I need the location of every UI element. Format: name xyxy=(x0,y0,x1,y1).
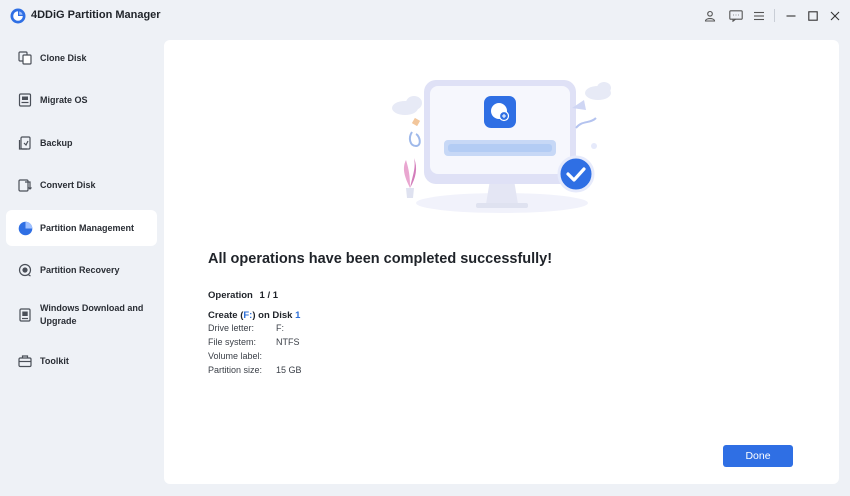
sidebar-item-toolkit[interactable]: Toolkit xyxy=(6,343,157,379)
create-middle: ) on Disk xyxy=(252,310,296,321)
feedback-icon[interactable] xyxy=(727,7,745,25)
sidebar-item-label: Backup xyxy=(40,137,73,148)
sidebar-item-label-line1: Windows Download and xyxy=(40,303,144,313)
backup-icon xyxy=(17,135,33,151)
menu-icon[interactable] xyxy=(750,7,768,25)
detail-key: Drive letter: xyxy=(208,323,255,333)
sidebar-item-backup[interactable]: Backup xyxy=(6,125,157,161)
sidebar-item-label: Migrate OS xyxy=(40,94,88,105)
detail-value: F: xyxy=(276,323,284,333)
sidebar-item-label: Convert Disk xyxy=(40,179,96,190)
create-operation-line: Create (F:) on Disk 1 xyxy=(208,310,300,321)
app-title: 4DDiG Partition Manager xyxy=(31,9,161,21)
migrate-os-icon xyxy=(17,92,33,108)
operation-count: 1 / 1 xyxy=(259,290,279,301)
drive-letter-highlight: F: xyxy=(243,310,253,321)
detail-key: File system: xyxy=(208,337,257,347)
detail-value: NTFS xyxy=(276,337,300,347)
convert-disk-icon xyxy=(17,177,33,193)
detail-row-volume-label: Volume label: xyxy=(208,351,276,364)
operation-label: Operation xyxy=(208,290,253,301)
toolbar-divider xyxy=(774,9,775,22)
sidebar-item-partition-management[interactable]: Partition Management xyxy=(6,210,157,246)
sidebar-item-clone-disk[interactable]: Clone Disk xyxy=(6,40,157,76)
success-headline: All operations have been completed succe… xyxy=(208,251,553,267)
close-icon[interactable] xyxy=(826,7,844,25)
detail-value: 15 GB xyxy=(276,365,302,375)
windows-download-icon xyxy=(17,307,33,323)
detail-row-partition-size: Partition size: 15 GB xyxy=(208,365,302,378)
clone-disk-icon xyxy=(17,50,33,66)
detail-key: Volume label: xyxy=(208,351,263,361)
minimize-icon[interactable] xyxy=(782,7,800,25)
sidebar-item-convert-disk[interactable]: Convert Disk xyxy=(6,167,157,203)
sidebar-item-label: Partition Management xyxy=(40,222,135,233)
success-illustration xyxy=(392,80,611,213)
toolkit-icon xyxy=(17,353,33,369)
sidebar-item-label: Clone Disk xyxy=(40,52,87,63)
sidebar-item-windows-download[interactable]: Windows Download and Upgrade xyxy=(6,292,157,338)
detail-row-file-system: File system: NTFS xyxy=(208,337,300,350)
sidebar-item-label: Partition Recovery xyxy=(40,264,120,275)
done-button[interactable]: Done xyxy=(723,445,793,467)
sidebar-item-migrate-os[interactable]: Migrate OS xyxy=(6,82,157,118)
partition-recovery-icon xyxy=(17,262,33,278)
main-panel: All operations have been completed succe… xyxy=(164,40,839,484)
app-logo-icon xyxy=(10,8,26,24)
user-icon[interactable] xyxy=(701,7,719,25)
create-prefix: Create ( xyxy=(208,310,244,321)
sidebar-item-label: Toolkit xyxy=(40,355,69,366)
sidebar-item-partition-recovery[interactable]: Partition Recovery xyxy=(6,252,157,288)
sidebar-item-label: Windows Download and Upgrade xyxy=(40,302,143,328)
maximize-icon[interactable] xyxy=(804,7,822,25)
sidebar-item-label-line2: Upgrade xyxy=(40,316,77,326)
operation-line: Operation 1 / 1 xyxy=(208,290,282,301)
pie-chart-icon xyxy=(17,220,33,236)
detail-key: Partition size: xyxy=(208,365,263,375)
sidebar: Clone Disk Migrate OS Backup Convert Dis… xyxy=(0,36,162,496)
detail-row-drive-letter: Drive letter: F: xyxy=(208,323,284,336)
title-bar: 4DDiG Partition Manager xyxy=(0,0,850,32)
disk-number-highlight: 1 xyxy=(295,310,301,321)
